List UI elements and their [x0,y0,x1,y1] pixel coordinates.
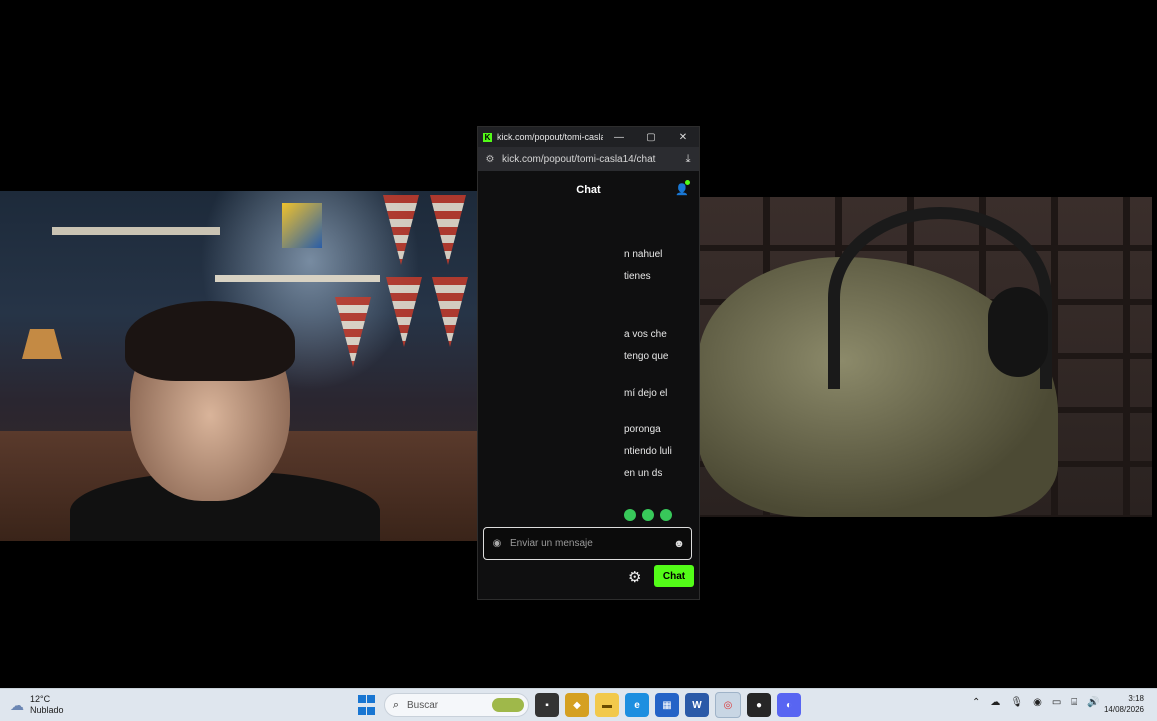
webcam-right [698,197,1152,517]
chevron-up-icon[interactable]: ⌃ [972,697,980,708]
window-title: kick.com/popout/tomi-casla... [497,132,603,142]
taskbar-search[interactable]: ⌕ Buscar [384,693,529,717]
weather-widget[interactable]: ☁ 12°C Nublado [10,694,64,716]
window-titlebar: K kick.com/popout/tomi-casla... — ▢ ✕ [478,127,699,147]
chat-message: ntiendo luli [624,446,672,457]
taskbar-apps: ⌕ Buscar ▪ ◆ ▬ e ▦ W ◎ ● ◐ [354,692,801,718]
url-text[interactable]: kick.com/popout/tomi-casla14/chat [502,154,677,165]
display-icon[interactable]: ▭ [1052,697,1061,708]
site-settings-icon[interactable]: ⚙ [478,154,502,165]
streamer-hair [125,301,295,381]
chrome-icon[interactable]: ◎ [715,692,741,718]
start-button[interactable] [354,693,378,717]
search-label: Buscar [407,699,439,711]
kick-logo-icon: K [483,132,492,142]
emoji-icon[interactable]: ☻ [667,538,691,550]
word-icon[interactable]: W [685,693,709,717]
pennant [430,195,466,265]
shelf [215,275,380,282]
location-icon[interactable]: ◉ [1033,697,1042,708]
search-highlight-icon [492,698,524,712]
settings-gear-icon[interactable]: ⚙ [628,568,641,586]
send-chat-button[interactable]: Chat [654,565,694,587]
emote-icon[interactable] [624,509,636,521]
chat-message: poronga [624,424,661,435]
search-icon: ⌕ [392,698,400,711]
cloud-icon: ☁ [10,696,24,713]
microphone-icon[interactable]: 🎙 [1010,697,1023,708]
users-icon[interactable]: 👤 [675,183,689,197]
chat-input[interactable] [510,538,667,549]
chat-header: Chat 👤 [478,171,699,209]
emote-row [624,509,672,521]
address-bar[interactable]: ⚙ kick.com/popout/tomi-casla14/chat ⤓ [478,147,699,171]
widgets-icon[interactable]: ◆ [565,693,589,717]
shelf [52,227,220,235]
weather-temp: 12°C [30,694,51,704]
chat-message: tengo que [624,351,669,362]
chat-title: Chat [576,184,601,196]
cloud-sync-icon[interactable]: ☁ [990,697,1000,708]
online-dot [685,180,690,185]
emote-icon[interactable] [660,509,672,521]
chat-popout-window: K kick.com/popout/tomi-casla... — ▢ ✕ ⚙ … [477,126,700,600]
chat-input-box[interactable]: ◉ ☻ [483,527,692,560]
chat-message: a vos che [624,329,667,340]
headset-earcup [988,287,1048,377]
network-icon[interactable]: ⌸ [1071,697,1077,708]
taskbar: ☁ 12°C Nublado ⌕ Buscar ▪ ◆ ▬ e ▦ W ◎ ● … [0,688,1157,721]
discord-icon[interactable]: ◐ [777,693,801,717]
chat-message: mí dejo el [624,388,668,399]
system-tray: ⌃ ☁ 🎙 ◉ ▭ ⌸ 🔊 [972,697,1100,708]
weather-desc: Nublado [30,705,64,715]
lamp [22,329,62,359]
poster [282,203,322,248]
chat-message: tienes [624,271,651,282]
close-icon[interactable]: ✕ [667,132,699,143]
clock-date: 14/08/2026 [1103,705,1144,714]
obs-icon[interactable]: ● [747,693,771,717]
clock-time: 3:18 [1128,694,1144,703]
webcam-left [0,191,512,541]
shield-icon: ◉ [492,538,502,549]
emote-icon[interactable] [642,509,654,521]
maximize-icon[interactable]: ▢ [635,132,667,143]
file-explorer-icon[interactable]: ▬ [595,693,619,717]
clock[interactable]: 3:18 14/08/2026 [1098,693,1144,715]
chat-message: n nahuel [624,249,663,260]
download-icon[interactable]: ⤓ [677,153,699,166]
store-icon[interactable]: ▦ [655,693,679,717]
edge-icon[interactable]: e [625,693,649,717]
chat-message: en un ds [624,468,663,479]
minimize-icon[interactable]: — [603,132,635,143]
pennant [432,277,468,347]
task-view-icon[interactable]: ▪ [535,693,559,717]
